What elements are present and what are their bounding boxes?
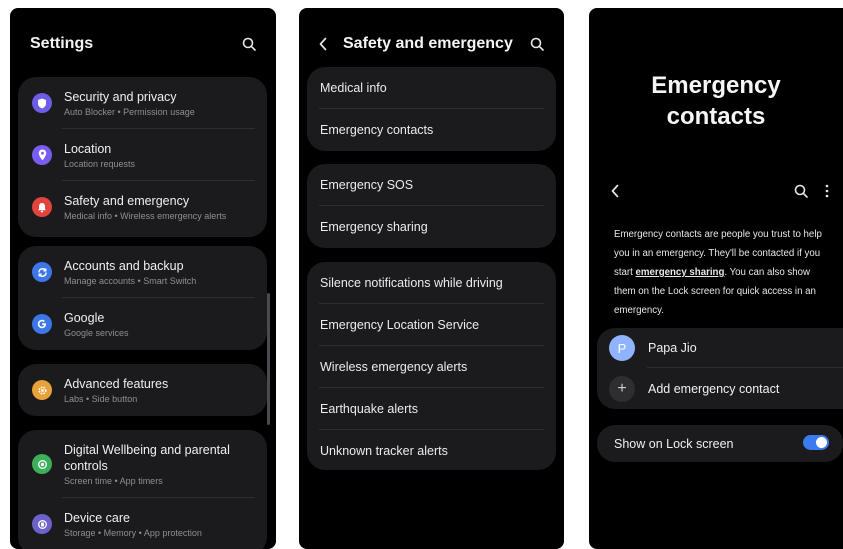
item-subtitle: Auto Blocker • Permission usage	[64, 106, 195, 117]
device-care-icon	[32, 514, 52, 534]
contact-name: Papa Jio	[648, 341, 697, 355]
item-subtitle: Medical info • Wireless emergency alerts	[64, 210, 227, 221]
search-icon[interactable]	[237, 32, 261, 56]
lock-screen-toggle[interactable]	[803, 435, 829, 450]
safety-group-alerts: Silence notifications while driving Emer…	[307, 262, 556, 470]
search-icon[interactable]	[789, 179, 813, 203]
menu-item-silence-notifications[interactable]: Silence notifications while driving	[307, 262, 556, 304]
wellbeing-icon	[32, 454, 52, 474]
title-line-2: contacts	[666, 103, 766, 130]
settings-group-advanced: Advanced features Labs • Side button	[18, 364, 267, 416]
settings-header: Settings	[10, 28, 276, 60]
item-label: Medical info	[320, 81, 387, 95]
settings-item-location[interactable]: Location Location requests	[18, 129, 267, 181]
safety-group-sos: Emergency SOS Emergency sharing	[307, 164, 556, 248]
scrollbar[interactable]	[267, 293, 270, 425]
gear-icon	[32, 380, 52, 400]
contacts-list: P Papa Jio + Add emergency contact	[597, 328, 843, 409]
item-title: Advanced features	[64, 376, 169, 391]
settings-item-device-care[interactable]: Device care Storage • Memory • App protec…	[18, 498, 267, 549]
safety-header: Safety and emergency	[299, 28, 564, 60]
item-subtitle: Location requests	[64, 158, 136, 169]
menu-item-medical-info[interactable]: Medical info	[307, 67, 556, 109]
item-title: Security and privacy	[64, 89, 177, 104]
sync-icon	[32, 262, 52, 282]
item-label: Emergency SOS	[320, 178, 414, 192]
add-contact-label: Add emergency contact	[648, 381, 780, 396]
page-title: Safety and emergency	[343, 35, 513, 52]
settings-group-wellbeing: Digital Wellbeing and parental controls S…	[18, 430, 267, 549]
toggle-knob	[816, 437, 827, 448]
item-label: Emergency Location Service	[320, 318, 480, 332]
menu-item-emergency-sharing[interactable]: Emergency sharing	[307, 206, 556, 248]
settings-group-security: Security and privacy Auto Blocker • Permi…	[18, 77, 267, 237]
item-title: Safety and emergency	[64, 193, 190, 208]
add-emergency-contact-button[interactable]: + Add emergency contact	[597, 368, 843, 409]
item-label: Unknown tracker alerts	[320, 444, 448, 458]
contacts-description: Emergency contacts are people you trust …	[614, 229, 822, 316]
settings-item-accounts-backup[interactable]: Accounts and backup Manage accounts • Sma…	[18, 246, 267, 298]
item-title: Location	[64, 141, 112, 156]
back-chevron-icon[interactable]	[603, 179, 627, 203]
menu-item-emergency-sos[interactable]: Emergency SOS	[307, 164, 556, 206]
page-title: Settings	[30, 35, 94, 52]
item-subtitle: Screen time • App timers	[64, 475, 163, 486]
menu-item-unknown-tracker-alerts[interactable]: Unknown tracker alerts	[307, 430, 556, 472]
avatar: P	[609, 335, 635, 361]
settings-item-safety-emergency[interactable]: Safety and emergency Medical info • Wirel…	[18, 181, 267, 233]
safety-group-medical: Medical info Emergency contacts	[307, 67, 556, 151]
title-line-1: Emergency	[651, 72, 781, 99]
show-on-lock-screen-row[interactable]: Show on Lock screen	[597, 425, 843, 462]
plus-icon: +	[609, 375, 635, 402]
settings-group-accounts: Accounts and backup Manage accounts • Sma…	[18, 246, 267, 350]
lock-screen-label: Show on Lock screen	[614, 436, 734, 451]
back-chevron-icon[interactable]	[311, 32, 335, 56]
settings-item-security-privacy[interactable]: Security and privacy Auto Blocker • Permi…	[18, 77, 267, 129]
settings-item-google[interactable]: Google Google services	[18, 298, 267, 350]
contact-item[interactable]: P Papa Jio	[597, 328, 843, 368]
item-label: Silence notifications while driving	[320, 276, 503, 290]
settings-screen: Settings Security and privacy Auto Blocke…	[10, 8, 276, 549]
item-subtitle: Storage • Memory • App protection	[64, 527, 202, 538]
google-g-icon	[32, 314, 52, 334]
item-label: Emergency sharing	[320, 220, 428, 234]
menu-item-earthquake-alerts[interactable]: Earthquake alerts	[307, 388, 556, 430]
item-title: Digital Wellbeing and parental controls	[64, 442, 230, 473]
item-label: Wireless emergency alerts	[320, 360, 468, 374]
menu-item-emergency-contacts[interactable]: Emergency contacts	[307, 109, 556, 151]
item-subtitle: Manage accounts • Smart Switch	[64, 275, 197, 286]
item-title: Accounts and backup	[64, 258, 184, 273]
lock-screen-setting: Show on Lock screen	[597, 425, 843, 462]
item-subtitle: Labs • Side button	[64, 393, 138, 404]
item-label: Emergency contacts	[320, 123, 434, 137]
more-options-icon[interactable]	[815, 179, 839, 203]
safety-emergency-screen: Safety and emergency Medical info Emerge…	[299, 8, 564, 549]
item-subtitle: Google services	[64, 327, 129, 338]
menu-item-emergency-location-service[interactable]: Emergency Location Service	[307, 304, 556, 346]
search-icon[interactable]	[525, 32, 549, 56]
emergency-sharing-link[interactable]: emergency sharing	[636, 267, 725, 278]
item-title: Google	[64, 310, 105, 325]
emergency-contacts-screen: Emergency contacts Emergency contacts ar…	[589, 8, 843, 549]
menu-item-wireless-emergency-alerts[interactable]: Wireless emergency alerts	[307, 346, 556, 388]
location-pin-icon	[32, 145, 52, 165]
alert-bell-icon	[32, 197, 52, 217]
shield-icon	[32, 93, 52, 113]
item-label: Earthquake alerts	[320, 402, 418, 416]
page-title: Emergency contacts	[589, 70, 843, 132]
item-title: Device care	[64, 510, 130, 525]
settings-item-digital-wellbeing[interactable]: Digital Wellbeing and parental controls S…	[18, 430, 267, 498]
settings-item-advanced-features[interactable]: Advanced features Labs • Side button	[18, 364, 267, 416]
